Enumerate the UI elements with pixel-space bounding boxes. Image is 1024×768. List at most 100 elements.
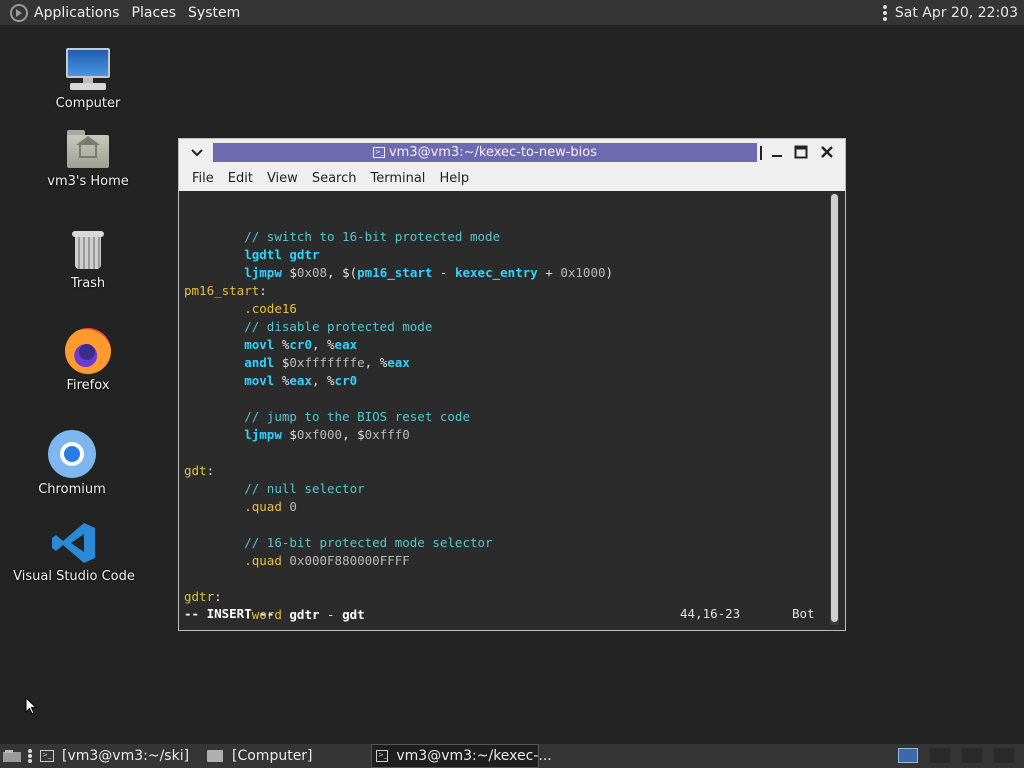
code-line: gdtr: [184, 587, 830, 605]
maximize-button[interactable] [791, 142, 811, 162]
applications-label: Applications [34, 4, 120, 21]
trash-icon [70, 228, 106, 272]
code-token: 0xfffffffe [289, 355, 365, 370]
terminal-icon: >_ [376, 750, 389, 762]
maximize-icon [794, 145, 808, 159]
taskbar-item-computer[interactable]: [Computer] [207, 744, 367, 768]
menu-search[interactable]: Search [305, 171, 364, 186]
code-token: 0 [289, 499, 297, 514]
taskbar-item-ski-terminal[interactable]: >_ [vm3@vm3:~/ski] [40, 744, 200, 768]
taskbar-item-kexec-terminal[interactable]: >_ vm3@vm3:~/kexec-... [371, 744, 552, 768]
chevron-down-icon [191, 149, 203, 157]
desktop-icon-label: Firefox [66, 378, 110, 393]
code-token: andl [244, 355, 275, 370]
cursor-position: 44,16-23 [680, 606, 741, 621]
code-token: .code16 [244, 301, 297, 316]
code-token: // 16-bit protected mode selector [244, 535, 493, 550]
desktop-icon-label: Computer [55, 96, 121, 111]
code-line: // disable protected mode [184, 317, 830, 335]
code-line: pm16_start: [184, 281, 830, 299]
code-token: .long [244, 625, 282, 627]
menu-file[interactable]: File [185, 171, 221, 186]
code-token: , $( [327, 265, 358, 280]
window-menu-button[interactable] [187, 143, 207, 163]
desktop-icon-trash[interactable]: Trash [33, 228, 143, 291]
places-menu[interactable]: Places [126, 0, 183, 25]
terminal-content[interactable]: // switch to 16-bit protected mode lgdtl… [184, 191, 830, 627]
menu-help[interactable]: Help [432, 171, 476, 186]
workspace-4[interactable] [994, 748, 1014, 763]
code-line: .code16 [184, 299, 830, 317]
code-token: ) [605, 265, 614, 280]
desktop-icon-vscode[interactable]: Visual Studio Code [13, 521, 135, 584]
desktop-icon-firefox[interactable]: Firefox [33, 328, 143, 393]
code-token: movl [244, 373, 275, 388]
code-token: 0x1000 [560, 265, 606, 280]
taskbar-item-label: [Computer] [232, 748, 313, 764]
code-token: ke [335, 625, 350, 627]
desktop-icon-label: Trash [70, 276, 106, 291]
code-token: % [274, 373, 290, 388]
top-right-area: Sat Apr 20, 22:03 [882, 0, 1018, 25]
workspace-1[interactable] [898, 748, 918, 763]
menu-view[interactable]: View [260, 171, 305, 186]
desktop-icon-chromium[interactable]: Chromium [17, 430, 127, 497]
taskbar-handle[interactable] [28, 744, 34, 768]
code-token: .quad [244, 499, 282, 514]
chromium-icon [48, 430, 96, 478]
code-token: pm16_start [184, 283, 260, 298]
code-token: - [312, 625, 335, 627]
taskbar-item-label: vm3@vm3:~/kexec-... [396, 748, 552, 764]
computer-icon [64, 46, 112, 92]
menu-edit[interactable]: Edit [221, 171, 260, 186]
firefox-icon [65, 328, 111, 374]
minimize-icon [772, 155, 782, 157]
code-line: // null selector [184, 479, 830, 497]
show-desktop-button[interactable] [2, 744, 22, 768]
taskbar-item-label: [vm3@vm3:~/ski] [62, 748, 190, 764]
code-token: gdt [184, 463, 207, 478]
code-token: 0x000F880000FFFF [289, 553, 410, 568]
vim-status-line: -- INSERT -- 44,16-23 Bot [184, 605, 824, 623]
close-button[interactable] [817, 142, 837, 162]
show-desktop-icon [3, 750, 21, 762]
code-token: : [206, 463, 215, 478]
code-token: 0xfff0 [364, 427, 410, 442]
code-line: .quad 0 [184, 497, 830, 515]
system-menu[interactable]: System [182, 0, 246, 25]
vscode-icon [51, 521, 97, 565]
code-token: 0x08 [296, 265, 328, 280]
code-line: ljmpw $0x08, $(pm16_start - kexec_entry … [184, 263, 830, 281]
code-token: , % [311, 337, 335, 352]
code-token: : [259, 283, 267, 298]
menu-terminal[interactable]: Terminal [363, 171, 432, 186]
code-token: $ [274, 355, 290, 370]
applications-menu[interactable]: Applications [0, 0, 126, 25]
scroll-position: Bot [792, 606, 815, 621]
code-token: lgdtl gdtr [244, 247, 320, 262]
panel-handle-icon[interactable] [882, 4, 887, 21]
title-separator [760, 146, 762, 160]
desktop-icon-label: Chromium [38, 482, 106, 497]
scrollbar-thumb[interactable] [831, 194, 838, 622]
close-icon [821, 146, 833, 158]
code-token: eax [387, 355, 410, 370]
top-panel: Applications Places System Sat Apr 20, 2… [0, 0, 1024, 25]
scrollbar[interactable] [830, 193, 839, 625]
title-bar[interactable]: >_ vm3@vm3:~/kexec-to-new-bios [179, 139, 845, 166]
desktop-icon-computer[interactable]: Computer [33, 46, 143, 111]
clock[interactable]: Sat Apr 20, 22:03 [895, 5, 1018, 21]
workspace-2[interactable] [930, 748, 950, 763]
minimize-button[interactable] [767, 142, 787, 162]
terminal-window[interactable]: >_ vm3@vm3:~/kexec-to-new-bios File Edit… [178, 138, 846, 631]
workspace-3[interactable] [962, 748, 982, 763]
desktop-icon-home[interactable]: vm3's Home [33, 128, 143, 189]
